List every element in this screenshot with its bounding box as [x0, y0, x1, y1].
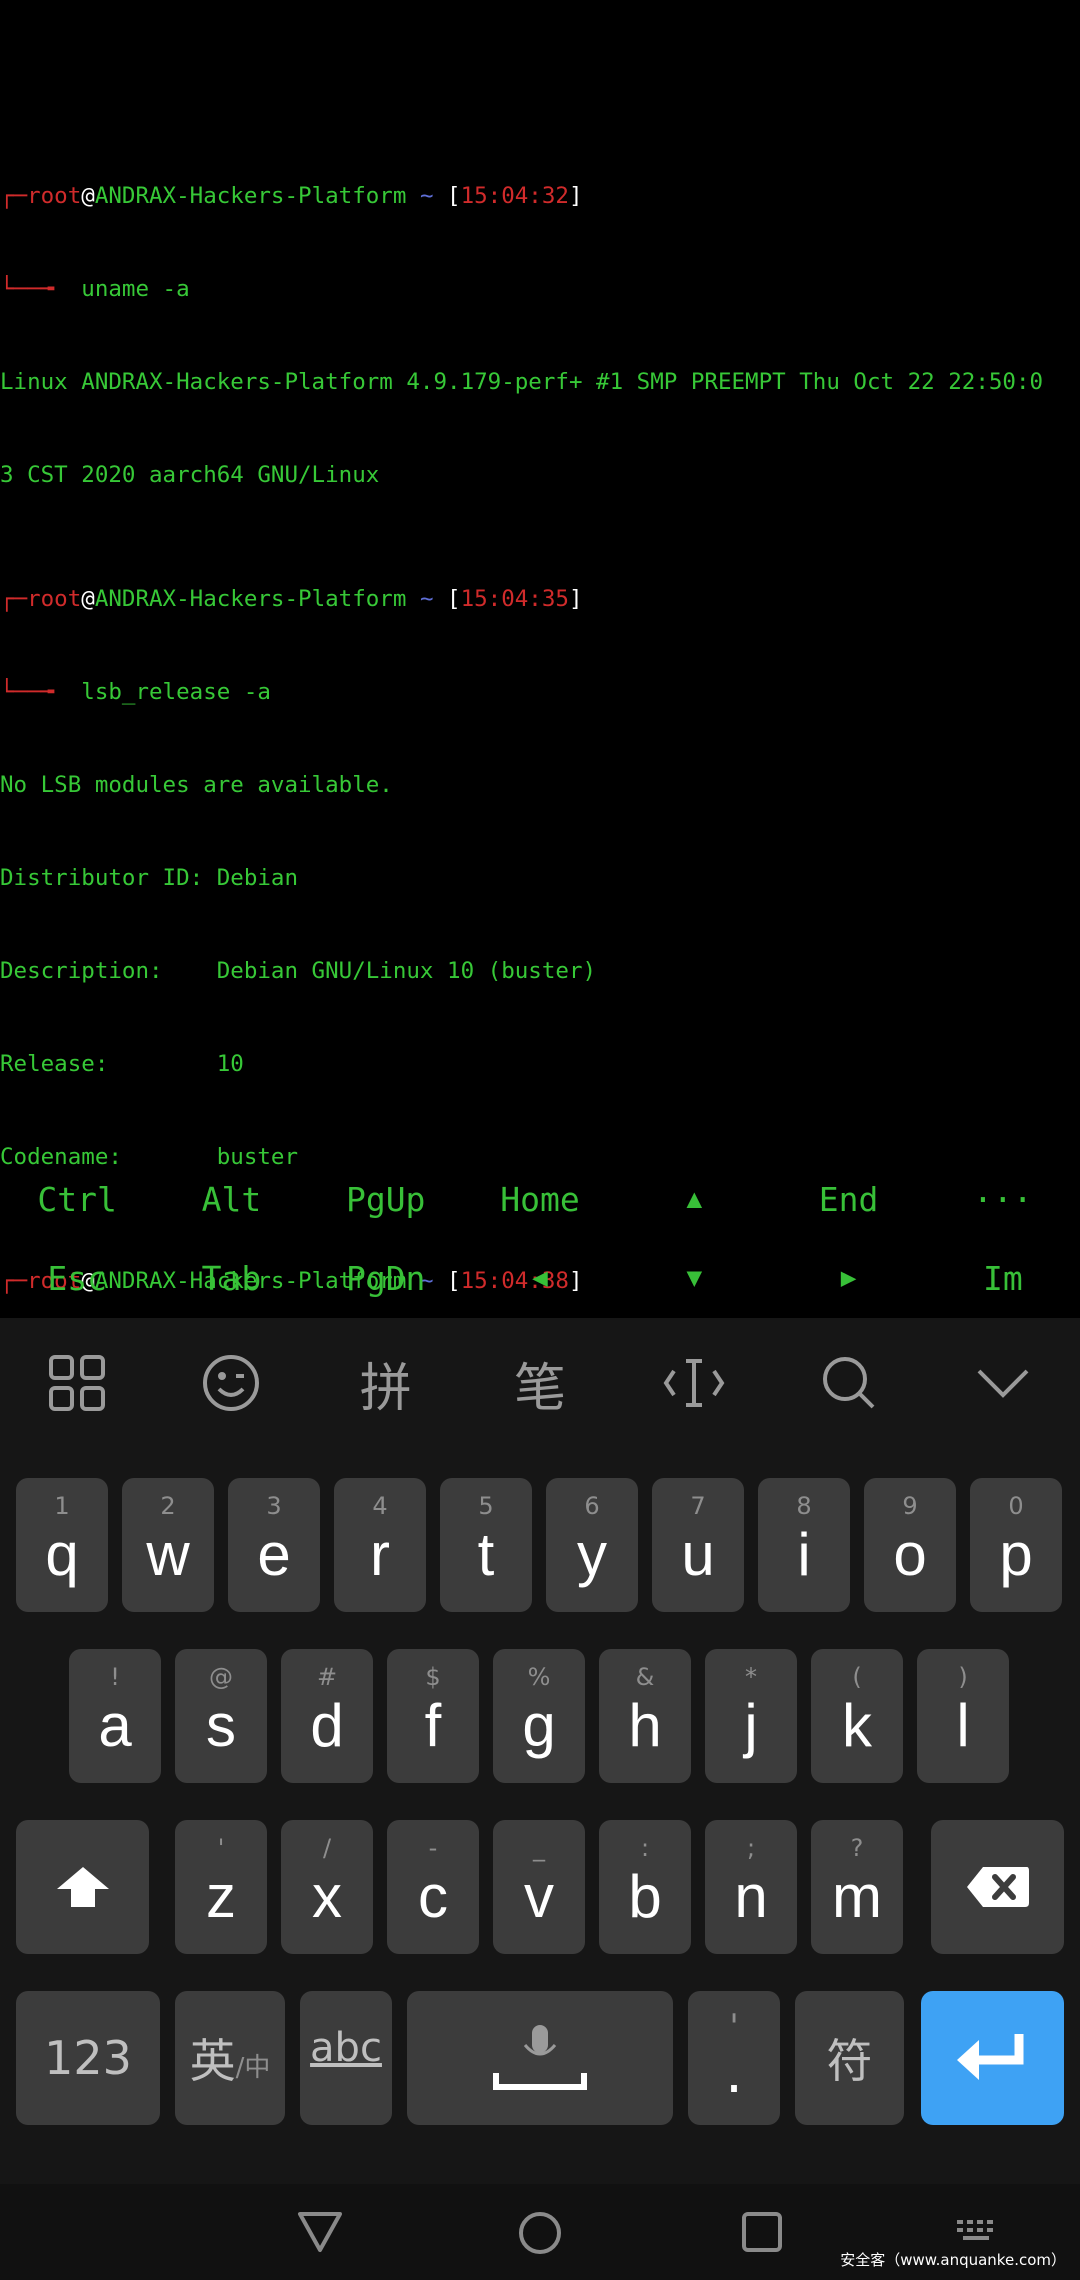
command-text: uname -a: [81, 276, 190, 302]
output-line: Linux ANDRAX-Hackers-Platform 4.9.179-pe…: [0, 369, 1044, 395]
cursor-control-button[interactable]: [617, 1318, 771, 1448]
key-j[interactable]: * j: [705, 1649, 797, 1783]
space-key[interactable]: [407, 1991, 673, 2125]
command-line: └──╼ uname -a: [0, 276, 190, 302]
im-key[interactable]: Im: [926, 1239, 1080, 1317]
shift-key[interactable]: [16, 1820, 149, 1954]
key-w[interactable]: 2w: [122, 1478, 214, 1612]
key-l[interactable]: ) l: [917, 1649, 1009, 1783]
key-g[interactable]: % g: [493, 1649, 585, 1783]
prompt-time: 15:04:35: [460, 586, 569, 612]
key-i[interactable]: 8i: [758, 1478, 850, 1612]
key-t[interactable]: 5t: [440, 1478, 532, 1612]
stroke-mode-button[interactable]: 笔: [463, 1318, 617, 1448]
key-n[interactable]: ; n: [705, 1820, 797, 1954]
key-d[interactable]: # d: [281, 1649, 373, 1783]
emoji-wink-icon: [203, 1355, 260, 1411]
end-key[interactable]: End: [771, 1160, 925, 1238]
key-b[interactable]: :b: [599, 1820, 691, 1954]
key-y[interactable]: 6y: [546, 1478, 638, 1612]
tab-key[interactable]: Tab: [154, 1239, 308, 1317]
chevron-down-icon: [977, 1369, 1029, 1398]
output-line: No LSB modules are available.: [0, 772, 393, 798]
collapse-keyboard-button[interactable]: [926, 1318, 1080, 1448]
arrow-left-key[interactable]: ◀: [463, 1239, 617, 1317]
backspace-key[interactable]: [931, 1820, 1064, 1954]
key-v[interactable]: _ v: [493, 1820, 585, 1954]
shift-arrow-icon: [56, 1867, 109, 1907]
language-switch-key[interactable]: 英/中: [175, 1991, 285, 2125]
key-p[interactable]: 0p: [970, 1478, 1062, 1612]
watermark: 安全客（www.anquanke.com）: [840, 2251, 1066, 2269]
home-circle-icon[interactable]: [517, 2210, 563, 2256]
output-line: Release: 10: [0, 1051, 244, 1077]
emoji-button[interactable]: [154, 1318, 308, 1448]
command-text: lsb_release -a: [81, 679, 271, 705]
esc-key[interactable]: Esc: [0, 1239, 154, 1317]
prompt-host: ANDRAX-Hackers-Platform: [94, 183, 407, 209]
soft-keyboard: 拼 笔 1q 2w 3e 4r 5t 6y 7u 8 i 9 o 0 p ! a…: [0, 1318, 1080, 2184]
output-line: Description: Debian GNU/Linux 10 (buster…: [0, 958, 597, 984]
pgdn-key[interactable]: PgDn: [309, 1239, 463, 1317]
key-c[interactable]: -c: [387, 1820, 479, 1954]
key-x[interactable]: / x: [281, 1820, 373, 1954]
ctrl-key[interactable]: Ctrl: [0, 1160, 154, 1238]
enter-arrow-icon: [956, 2034, 1023, 2080]
extra-keys-row-2: Esc Tab PgDn ◀ ▼ ▶ Im: [0, 1239, 1080, 1317]
prompt-user: root: [27, 586, 82, 612]
output-line: 3 CST 2020 aarch64 GNU/Linux: [0, 462, 380, 488]
numbers-key[interactable]: 123: [16, 1991, 160, 2125]
prompt-host: ANDRAX-Hackers-Platform: [94, 586, 407, 612]
output-line: Distributor ID: Debian: [0, 865, 299, 891]
key-h[interactable]: & h: [599, 1649, 691, 1783]
prompt-line: ┌─root@ANDRAX-Hackers-Platform ~ [15:04:…: [0, 183, 583, 209]
keyboard-toolbar: 拼 笔: [0, 1318, 1080, 1448]
key-u[interactable]: 7u: [652, 1478, 744, 1612]
arrow-up-key[interactable]: ▲: [617, 1160, 771, 1238]
prompt-user: root: [27, 183, 82, 209]
prompt-line: ┌─root@ANDRAX-Hackers-Platform ~ [15:04:…: [0, 586, 583, 612]
key-o[interactable]: 9o: [864, 1478, 956, 1612]
key-k[interactable]: (k: [811, 1649, 903, 1783]
more-key[interactable]: ···: [926, 1160, 1080, 1238]
back-icon[interactable]: [296, 2210, 344, 2254]
punctuation-key[interactable]: ' .: [688, 1991, 780, 2125]
keyboard-switch-icon[interactable]: [955, 2218, 1001, 2248]
recents-square-icon[interactable]: [740, 2210, 784, 2254]
prompt-time: 15:04:32: [460, 183, 569, 209]
grid-icon: [49, 1355, 106, 1411]
command-line: └──╼ lsb_release -a: [0, 679, 271, 705]
pgup-key[interactable]: PgUp: [309, 1160, 463, 1238]
text-cursor-icon: [663, 1359, 725, 1407]
pinyin-mode-button[interactable]: 拼: [309, 1318, 463, 1448]
arrow-right-key[interactable]: ▶: [771, 1239, 925, 1317]
key-z[interactable]: ' z: [175, 1820, 267, 1954]
key-f[interactable]: $ f: [387, 1649, 479, 1783]
backspace-icon: [966, 1867, 1029, 1907]
alt-key[interactable]: Alt: [154, 1160, 308, 1238]
microphone-icon: [493, 2025, 587, 2090]
enter-key[interactable]: [921, 1991, 1064, 2125]
arrow-down-key[interactable]: ▼: [617, 1239, 771, 1317]
symbols-key[interactable]: 符: [795, 1991, 904, 2125]
navigation-bar: 安全客（www.anquanke.com）: [0, 2184, 1080, 2280]
key-a[interactable]: ! a: [69, 1649, 161, 1783]
search-button[interactable]: [771, 1318, 925, 1448]
key-m[interactable]: ? m: [811, 1820, 903, 1954]
search-icon: [822, 1357, 874, 1409]
extra-keys-row-1: Ctrl Alt PgUp Home ▲ End ···: [0, 1160, 1080, 1238]
abc-key[interactable]: abc: [300, 1991, 392, 2125]
key-s[interactable]: @ s: [175, 1649, 267, 1783]
home-key[interactable]: Home: [463, 1160, 617, 1238]
key-r[interactable]: 4r: [334, 1478, 426, 1612]
key-q[interactable]: 1q: [16, 1478, 108, 1612]
key-e[interactable]: 3e: [228, 1478, 320, 1612]
grid-menu-button[interactable]: [0, 1318, 154, 1448]
